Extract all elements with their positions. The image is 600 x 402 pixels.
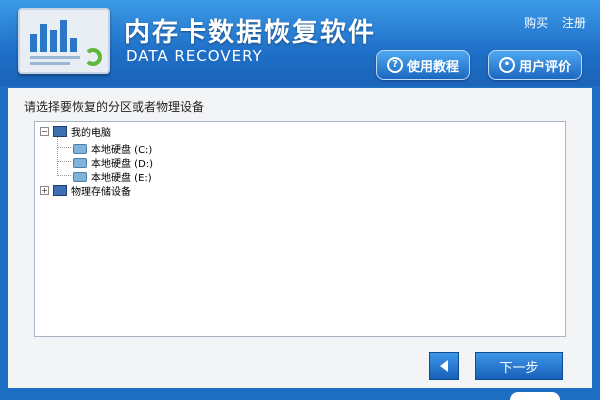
help-icon: ? <box>386 57 403 73</box>
tree-node-label: 本地硬盘 (E:) <box>91 173 152 184</box>
select-prompt: 请选择要恢复的分区或者物理设备 <box>24 100 205 114</box>
rating-button-label: 用户评价 <box>518 59 571 75</box>
collapse-icon[interactable]: − <box>40 127 49 136</box>
expand-icon[interactable]: + <box>40 186 49 195</box>
arrow-left-icon <box>440 360 448 372</box>
header-bar: 内存卡数据恢复软件 DATA RECOVERY 购买 注册 ? 使用教程 • 用… <box>0 0 600 86</box>
tutorial-button-label: 使用教程 <box>406 59 459 75</box>
register-link[interactable]: 注册 <box>562 16 586 30</box>
tree-node-disk-d[interactable]: 本地硬盘 (D:) <box>73 155 153 170</box>
hard-disk-icon <box>73 143 87 154</box>
storage-device-icon <box>53 185 67 196</box>
tree-node-computer[interactable]: − 我的电脑 <box>40 124 111 139</box>
app-logo-icon <box>18 8 110 74</box>
bottom-tab <box>510 392 560 402</box>
tree-node-label: 我的电脑 <box>71 128 111 139</box>
next-button[interactable]: 下一步 <box>475 352 563 380</box>
computer-icon <box>53 126 67 137</box>
tutorial-button[interactable]: ? 使用教程 <box>376 50 470 80</box>
tree-node-label: 物理存储设备 <box>71 187 131 198</box>
app-title: 内存卡数据恢复软件 <box>124 18 377 48</box>
tree-node-label: 本地硬盘 (C:) <box>91 145 153 156</box>
tree-node-label: 本地硬盘 (D:) <box>91 159 154 170</box>
hard-disk-icon <box>73 171 87 182</box>
top-links: 购买 注册 <box>514 14 586 31</box>
app-window: 内存卡数据恢复软件 DATA RECOVERY 购买 注册 ? 使用教程 • 用… <box>0 0 600 402</box>
tree-node-disk-e[interactable]: 本地硬盘 (E:) <box>73 169 152 184</box>
tree-node-physical-storage[interactable]: + 物理存储设备 <box>40 183 131 198</box>
hard-disk-icon <box>73 157 87 168</box>
chat-icon: • <box>498 57 515 73</box>
buy-link[interactable]: 购买 <box>524 16 548 30</box>
back-button[interactable] <box>429 352 459 380</box>
rating-button[interactable]: • 用户评价 <box>488 50 582 80</box>
app-subtitle: DATA RECOVERY <box>126 47 263 65</box>
partition-tree[interactable]: − 我的电脑 本地硬盘 (C:) 本地硬盘 (D:) 本地硬盘 (E:) + 物… <box>34 121 566 337</box>
content-panel: 请选择要恢复的分区或者物理设备 − 我的电脑 本地硬盘 (C:) 本地硬盘 (D… <box>8 88 592 388</box>
tree-node-disk-c[interactable]: 本地硬盘 (C:) <box>73 141 152 156</box>
